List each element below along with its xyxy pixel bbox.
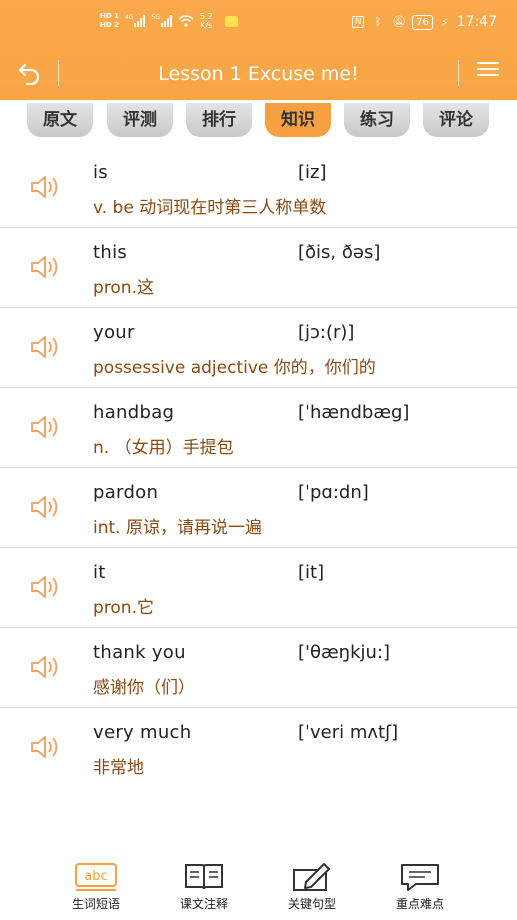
word-phonetic: [ˈpɑ:dn] — [298, 482, 369, 503]
word-meaning: 非常地 — [93, 758, 144, 778]
word-list: is [iz] v. be 动词现在时第三人称单数 this [ðis, ðəs… — [0, 148, 517, 788]
word-meaning: int. 原谅，请再说一遍 — [93, 518, 262, 538]
status-bar: HD 1 HD 2 4G 5G 5.2 K/s N ᛒ 🔕︎ 76 ⚡︎ 17:… — [0, 0, 517, 48]
word-text: very much — [93, 722, 192, 743]
tab-bar: 原文 评测 排行 知识 练习 评论 — [0, 100, 517, 140]
nav-key-sentences[interactable]: 关键句型 — [272, 862, 352, 912]
word-meaning: possessive adjective 你的，你们的 — [93, 358, 376, 378]
nav-text-notes[interactable]: 课文注释 — [164, 862, 244, 912]
speaker-icon[interactable] — [30, 174, 64, 200]
word-text: this — [93, 242, 128, 263]
bottom-nav: abc 生词短语 课文注释 关键句型 重点难点 — [0, 856, 517, 920]
tab-comments[interactable]: 评论 — [423, 103, 489, 137]
battery-level: 76 — [416, 16, 429, 28]
divider-right — [458, 60, 459, 86]
abc-icon: abc — [75, 863, 117, 891]
divider-left — [58, 60, 59, 86]
word-text: is — [93, 162, 108, 183]
speaker-icon[interactable] — [30, 654, 64, 680]
speaker-icon[interactable] — [30, 574, 64, 600]
battery-icon: 76 — [412, 14, 433, 30]
tab-ranking[interactable]: 排行 — [186, 103, 252, 137]
word-text: thank you — [93, 642, 186, 663]
network-speed: 5.2 K/s — [200, 12, 213, 30]
back-icon[interactable] — [16, 60, 42, 86]
page-title: Lesson 1 Excuse me! — [158, 63, 359, 85]
nfc-icon: N — [352, 16, 365, 28]
word-phonetic: [ˈveri mʌtʃ] — [298, 722, 399, 743]
notification-app-icon — [224, 15, 238, 27]
word-row[interactable]: this [ðis, ðəs] pron.这 — [0, 228, 517, 308]
book-icon — [185, 864, 223, 890]
hd1-label: HD 1 — [100, 12, 119, 20]
nav-label: 关键句型 — [287, 897, 336, 911]
word-text: it — [93, 562, 106, 583]
status-left: HD 1 HD 2 4G 5G 5.2 K/s — [100, 12, 238, 30]
tab-evaluation[interactable]: 评测 — [107, 103, 173, 137]
mute-icon: 🔕︎ — [392, 15, 407, 28]
menu-icon[interactable] — [477, 62, 499, 80]
nav-label: 重点难点 — [395, 897, 444, 911]
net1-label: 4G — [124, 14, 134, 21]
speaker-icon[interactable] — [30, 414, 64, 440]
signal-icon: 4G — [124, 14, 146, 27]
word-phonetic: [ðis, ðəs] — [298, 242, 381, 263]
word-row[interactable]: pardon [ˈpɑ:dn] int. 原谅，请再说一遍 — [0, 468, 517, 548]
charging-icon: ⚡︎ — [440, 15, 449, 29]
speaker-icon[interactable] — [30, 734, 64, 760]
message-icon — [401, 864, 439, 891]
title-bar: Lesson 1 Excuse me! — [0, 48, 517, 100]
speaker-icon[interactable] — [30, 254, 64, 280]
clock: 17:47 — [456, 14, 497, 30]
speaker-icon[interactable] — [30, 494, 64, 520]
hd-indicator: HD 1 HD 2 — [100, 12, 119, 30]
word-text: handbag — [93, 402, 175, 423]
net2-label: 5G — [151, 14, 160, 21]
word-row[interactable]: is [iz] v. be 动词现在时第三人称单数 — [0, 148, 517, 228]
signal-icon-2: 5G — [151, 14, 172, 27]
edit-icon — [293, 863, 330, 891]
tab-practice[interactable]: 练习 — [344, 103, 410, 137]
speed-value: 5.2 — [199, 12, 213, 21]
hd2-label: HD 2 — [100, 21, 119, 29]
word-meaning: 感谢你（们） — [93, 678, 195, 698]
word-row[interactable]: very much [ˈveri mʌtʃ] 非常地 — [0, 708, 517, 788]
word-meaning: pron.它 — [93, 598, 154, 618]
abc-icon-text: abc — [84, 869, 107, 884]
word-text: your — [93, 322, 135, 343]
tab-original[interactable]: 原文 — [27, 103, 93, 137]
word-meaning: n. （女用）手提包 — [93, 438, 234, 458]
bluetooth-icon: ᛒ — [374, 15, 382, 28]
tab-knowledge[interactable]: 知识 — [265, 103, 331, 137]
word-row[interactable]: it [it] pron.它 — [0, 548, 517, 628]
word-text: pardon — [93, 482, 159, 503]
status-right: N ᛒ 🔕︎ 76 ⚡︎ 17:47 — [352, 14, 497, 30]
nav-vocabulary[interactable]: abc 生词短语 — [56, 862, 136, 912]
word-row[interactable]: thank you ['θæŋkju:] 感谢你（们） — [0, 628, 517, 708]
word-row[interactable]: your [jɔ:(r)] possessive adjective 你的，你们… — [0, 308, 517, 388]
speaker-icon[interactable] — [30, 334, 64, 360]
word-phonetic: [it] — [298, 562, 325, 583]
word-meaning: v. be 动词现在时第三人称单数 — [93, 198, 327, 218]
word-phonetic: [iz] — [298, 162, 327, 183]
nav-key-points[interactable]: 重点难点 — [380, 862, 460, 912]
word-phonetic: ['θæŋkju:] — [298, 642, 390, 663]
word-row[interactable]: handbag [ˈhændbæg] n. （女用）手提包 — [0, 388, 517, 468]
word-meaning: pron.这 — [93, 278, 154, 298]
word-phonetic: [jɔ:(r)] — [298, 322, 355, 343]
nav-label: 生词短语 — [71, 897, 120, 911]
word-phonetic: [ˈhændbæg] — [298, 402, 410, 423]
nav-label: 课文注释 — [179, 897, 228, 911]
speed-unit: K/s — [200, 21, 213, 30]
wifi-icon — [178, 15, 194, 27]
